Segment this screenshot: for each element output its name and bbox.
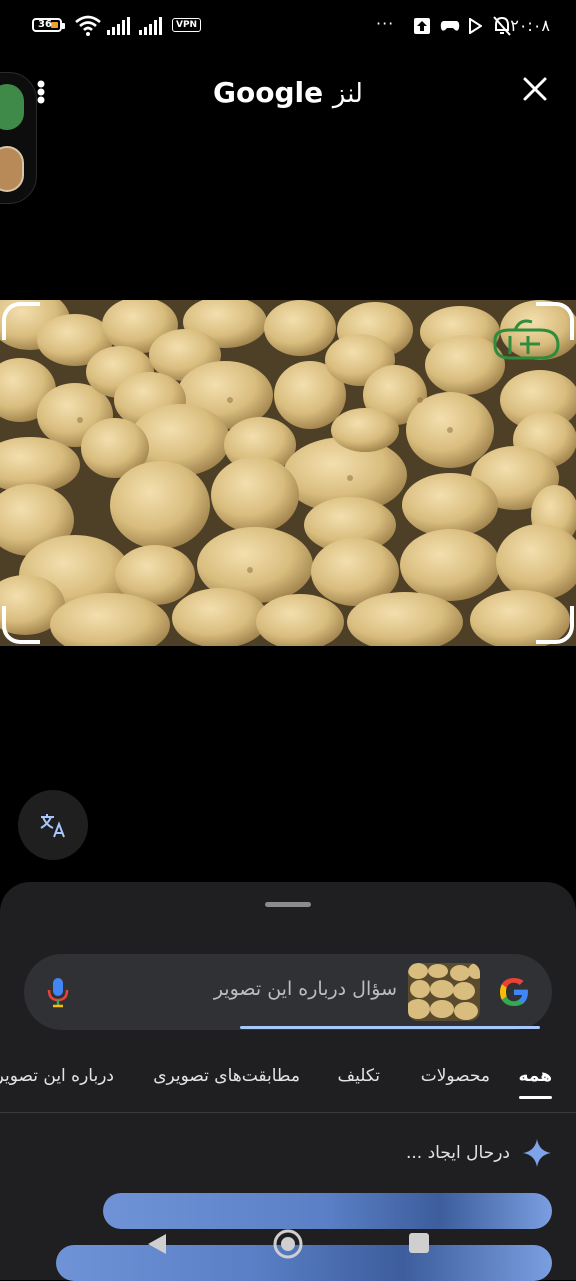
title-word: لنز <box>332 79 363 109</box>
translate-icon <box>40 814 65 838</box>
upload-icon <box>414 18 430 34</box>
vpn-badge: VPN <box>172 18 202 32</box>
search-bar[interactable]: سؤال درباره این تصویر <box>24 954 552 1030</box>
back-icon[interactable] <box>146 1232 168 1256</box>
results-tabs: همه محصولات تکلیف مطابقت‌های تصویری دربا… <box>0 1060 576 1100</box>
search-image[interactable] <box>0 300 576 646</box>
tab-visual-matches[interactable]: مطابقت‌های تصویری <box>153 1066 300 1086</box>
tab-products[interactable]: محصولات <box>421 1066 490 1086</box>
sheet-drag-handle[interactable] <box>265 902 311 907</box>
tabs-divider <box>0 1112 576 1113</box>
play-icon <box>469 18 482 34</box>
tab-about-this-image[interactable]: درباره این تصویر <box>0 1066 114 1086</box>
status-bar: 36 VPN ··· ۲۰:۰۸ <box>0 0 576 54</box>
recents-icon[interactable] <box>408 1232 430 1254</box>
crop-corner[interactable] <box>2 302 40 340</box>
battery-icon: 36 <box>32 18 65 32</box>
crop-corner[interactable] <box>2 606 40 644</box>
system-nav-bar <box>0 1220 576 1270</box>
mic-icon[interactable] <box>46 976 70 1008</box>
more-notifications-dots: ··· <box>376 14 395 33</box>
home-icon[interactable] <box>272 1228 304 1260</box>
wifi-icon <box>75 15 101 36</box>
translate-button[interactable] <box>18 790 88 860</box>
sparkle-icon <box>523 1139 551 1167</box>
battery-level: 36 <box>38 19 52 30</box>
title-brand: Google <box>213 76 324 109</box>
tab-all[interactable]: همه <box>518 1066 552 1099</box>
gamepad-icon <box>440 21 460 31</box>
generating-label: درحال ایجاد ... <box>405 1143 510 1163</box>
signal-icon <box>107 17 130 35</box>
search-underline <box>240 1026 540 1029</box>
lens-header: Google لنز <box>0 70 576 120</box>
clock: ۲۰:۰۸ <box>510 16 550 35</box>
google-g-logo <box>500 978 528 1006</box>
close-icon[interactable] <box>522 76 548 102</box>
chat-bubble-avatar[interactable] <box>0 146 24 192</box>
crop-corner[interactable] <box>536 606 574 644</box>
page-title: Google لنز <box>0 76 576 109</box>
signal-icon <box>139 17 162 35</box>
search-image-thumbnail[interactable] <box>408 963 480 1021</box>
crop-corner[interactable] <box>536 302 574 340</box>
search-input[interactable]: سؤال درباره این تصویر <box>214 978 397 1000</box>
ai-overview-header: درحال ایجاد ... <box>406 1138 552 1168</box>
tab-homework[interactable]: تکلیف <box>338 1066 380 1086</box>
potatoes-photo <box>0 300 576 646</box>
